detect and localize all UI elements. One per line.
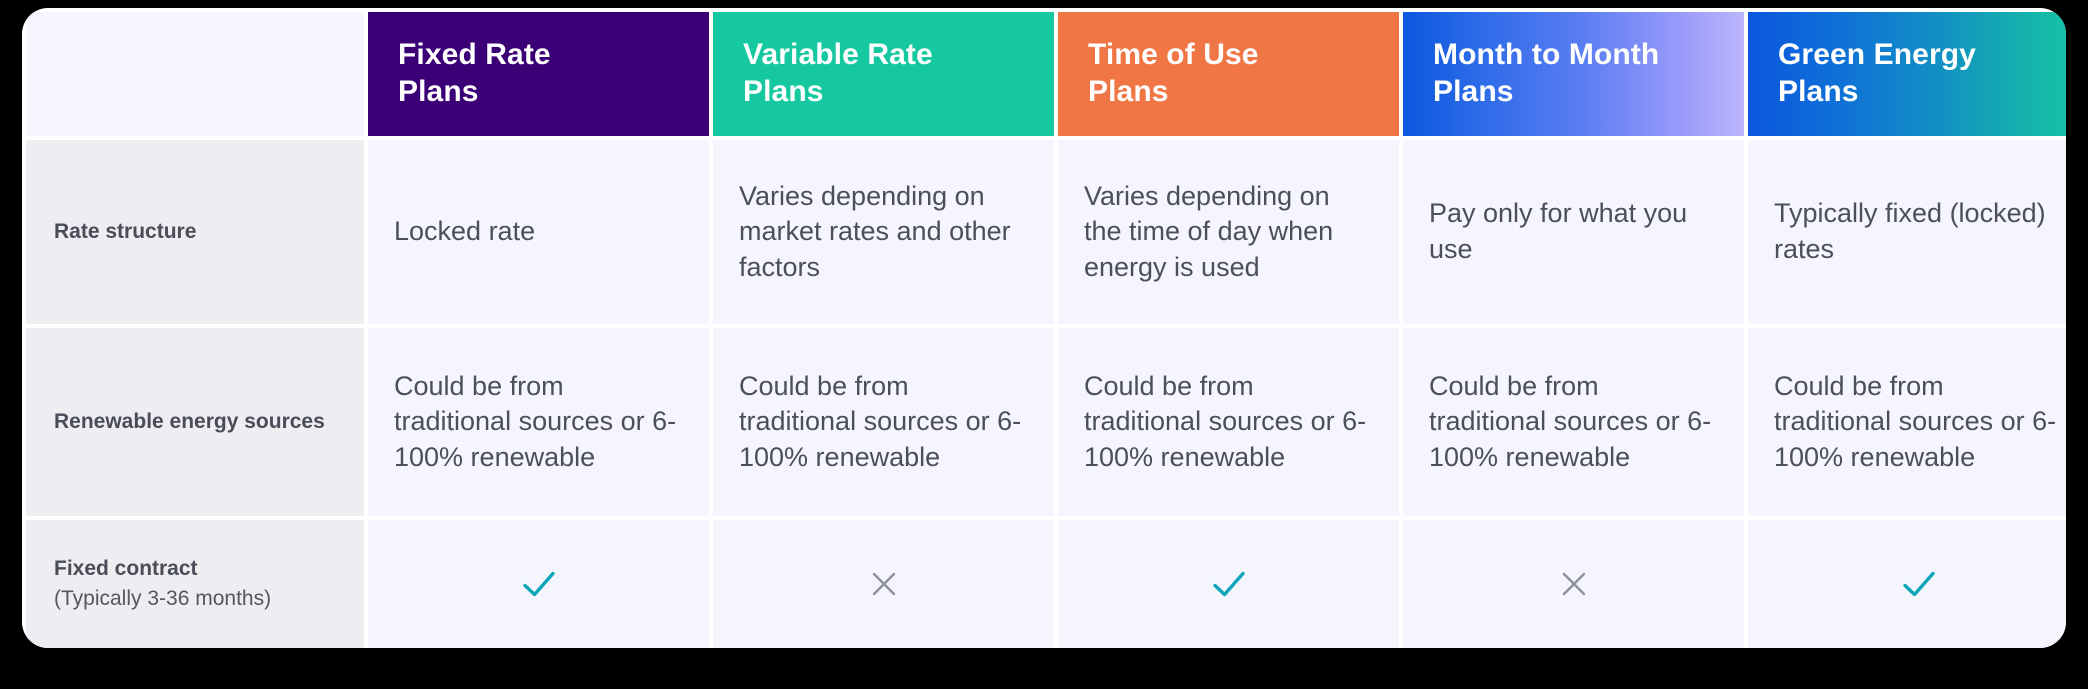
column-header-fixed-rate: Fixed Rate Plans bbox=[368, 12, 709, 136]
row-label-renewable-energy-sources-text: Renewable energy sources bbox=[54, 409, 325, 433]
cell-renewable-month-to-month: Could be from traditional sources or 6-1… bbox=[1403, 328, 1744, 516]
table-row-renewable-energy-sources: Renewable energy sources Could be from t… bbox=[26, 328, 2066, 516]
cell-fixed-contract-green-energy bbox=[1748, 520, 2066, 648]
column-header-variable-rate-line1: Variable Rate bbox=[743, 38, 933, 72]
cell-rate-structure-green-energy: Typically fixed (locked) rates bbox=[1748, 140, 2066, 324]
table-corner-cell bbox=[26, 12, 364, 136]
row-label-renewable-energy-sources: Renewable energy sources bbox=[26, 328, 364, 516]
cell-renewable-time-of-use: Could be from traditional sources or 6-1… bbox=[1058, 328, 1399, 516]
cross-icon bbox=[1552, 562, 1596, 606]
row-label-fixed-contract-text: Fixed contract bbox=[54, 556, 198, 580]
check-icon bbox=[1207, 562, 1251, 606]
column-header-green-energy: Green Energy Plans bbox=[1748, 12, 2066, 136]
row-label-rate-structure-text: Rate structure bbox=[54, 219, 197, 243]
column-header-variable-rate-line2: Plans bbox=[743, 75, 824, 108]
column-header-month-to-month-line1: Month to Month bbox=[1433, 38, 1660, 72]
column-header-time-of-use-line1: Time of Use bbox=[1088, 38, 1259, 72]
plan-comparison-card: Fixed Rate Plans Variable Rate Plans Tim… bbox=[22, 8, 2066, 648]
cell-fixed-contract-month-to-month bbox=[1403, 520, 1744, 648]
row-label-rate-structure: Rate structure bbox=[26, 140, 364, 324]
table-header-row: Fixed Rate Plans Variable Rate Plans Tim… bbox=[26, 12, 2066, 136]
cell-renewable-green-energy: Could be from traditional sources or 6-1… bbox=[1748, 328, 2066, 516]
column-header-variable-rate: Variable Rate Plans bbox=[713, 12, 1054, 136]
cell-fixed-contract-fixed-rate bbox=[368, 520, 709, 648]
plan-comparison-table: Fixed Rate Plans Variable Rate Plans Tim… bbox=[22, 8, 2066, 648]
cell-fixed-contract-variable-rate bbox=[713, 520, 1054, 648]
column-header-month-to-month-line2: Plans bbox=[1433, 75, 1514, 108]
cross-icon bbox=[862, 562, 906, 606]
cell-rate-structure-variable-rate: Varies depending on market rates and oth… bbox=[713, 140, 1054, 324]
cell-renewable-variable-rate: Could be from traditional sources or 6-1… bbox=[713, 328, 1054, 516]
column-header-time-of-use-line2: Plans bbox=[1088, 75, 1169, 108]
check-icon bbox=[517, 562, 561, 606]
check-icon bbox=[1897, 562, 1941, 606]
column-header-time-of-use: Time of Use Plans bbox=[1058, 12, 1399, 136]
cell-rate-structure-month-to-month: Pay only for what you use bbox=[1403, 140, 1744, 324]
cell-rate-structure-fixed-rate: Locked rate bbox=[368, 140, 709, 324]
column-header-fixed-rate-line2: Plans bbox=[398, 75, 479, 108]
table-row-rate-structure: Rate structure Locked rate Varies depend… bbox=[26, 140, 2066, 324]
cell-renewable-fixed-rate: Could be from traditional sources or 6-1… bbox=[368, 328, 709, 516]
column-header-fixed-rate-line1: Fixed Rate bbox=[398, 38, 551, 72]
table-row-fixed-contract: Fixed contract (Typically 3-36 months) bbox=[26, 520, 2066, 648]
cell-fixed-contract-time-of-use bbox=[1058, 520, 1399, 648]
row-label-fixed-contract: Fixed contract (Typically 3-36 months) bbox=[26, 520, 364, 648]
cell-rate-structure-time-of-use: Varies depending on the time of day when… bbox=[1058, 140, 1399, 324]
column-header-green-energy-line2: Plans bbox=[1778, 75, 1859, 108]
row-sublabel-fixed-contract: (Typically 3-36 months) bbox=[54, 586, 272, 610]
column-header-green-energy-line1: Green Energy bbox=[1778, 38, 1976, 72]
column-header-month-to-month: Month to Month Plans bbox=[1403, 12, 1744, 136]
